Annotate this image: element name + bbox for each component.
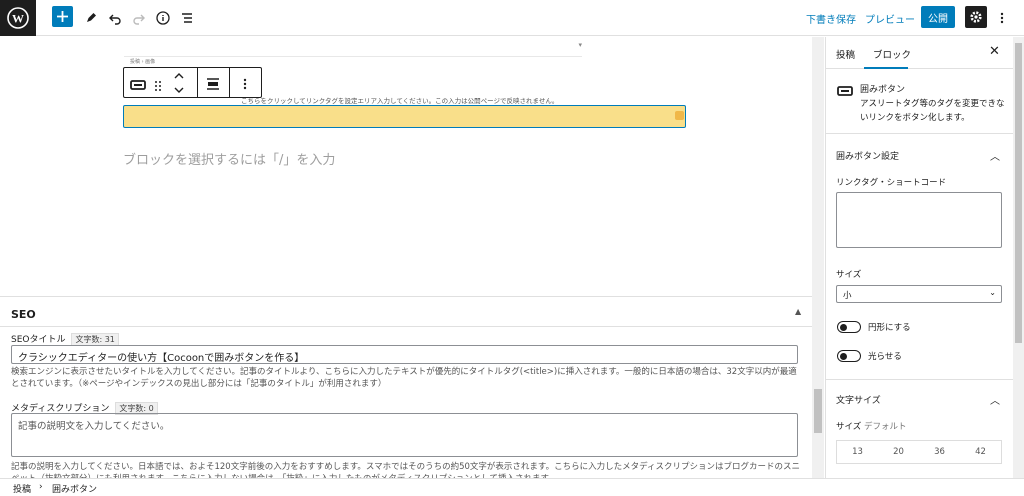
pen-icon[interactable] <box>82 0 100 36</box>
seo-heading: SEO <box>11 308 36 321</box>
save-draft-button[interactable]: 下書き保存 <box>806 11 856 26</box>
block-handle-icon[interactable] <box>675 111 684 120</box>
undo-icon[interactable] <box>106 0 124 36</box>
block-toolbar <box>123 67 262 98</box>
settings-sidebar: 投稿 ブロック ✕ 囲みボタン アスリートタグ等のタグを変更できないリンクをボタ… <box>825 37 1013 478</box>
list-view-icon[interactable] <box>178 0 196 36</box>
divider <box>826 379 1013 380</box>
preview-button[interactable]: プレビュー <box>865 11 915 26</box>
block-card: 囲みボタン アスリートタグ等のタグを変更できないリンクをボタン化します。 <box>826 70 1013 134</box>
font-size-presets: 13 20 36 42 <box>836 440 1002 464</box>
button-block-icon <box>837 82 853 101</box>
toggle-knob <box>840 324 847 331</box>
button-block-icon[interactable] <box>130 76 146 95</box>
sidebar-tabs: 投稿 ブロック ✕ <box>826 37 1013 69</box>
panel-wrap-button-settings[interactable]: 囲みボタン設定 <box>836 149 899 162</box>
breadcrumb-block[interactable]: 囲みボタン <box>52 482 97 495</box>
seo-title-help: 検索エンジンに表示させたいタイトルを入力してください。記事のタイトルより、こちら… <box>11 367 797 389</box>
redo-icon[interactable] <box>130 0 148 36</box>
font-preset[interactable]: 20 <box>893 447 904 457</box>
font-size-default: デフォルト <box>863 422 907 432</box>
font-size-label-text: サイズ <box>836 422 862 432</box>
gear-icon <box>970 11 982 23</box>
settings-button[interactable] <box>965 6 987 28</box>
toolbar-divider <box>229 68 230 97</box>
top-toolbar: W 下書き保存 プレビュー 公開 <box>0 0 1024 36</box>
seo-title-label-text: SEOタイトル <box>11 335 66 345</box>
tab-post[interactable]: 投稿 <box>836 47 855 61</box>
previous-block[interactable]: ▾ <box>124 37 582 57</box>
editor-scrollbar[interactable] <box>812 37 824 478</box>
circle-toggle-label: 円形にする <box>868 323 911 333</box>
size-select[interactable]: 小 ⌄ <box>836 285 1002 303</box>
block-notice: こちらをクリックしてリンクタグを設定エリア入力してください。この入力は公開ページ… <box>241 97 559 105</box>
meta-description-textarea[interactable]: 記事の説明文を入力してください。 <box>11 413 798 457</box>
footer-breadcrumb: 投稿 › 囲みボタン <box>0 478 1024 496</box>
more-vertical-icon[interactable] <box>996 0 1008 36</box>
font-preset[interactable]: 42 <box>975 447 986 457</box>
more-options-icon[interactable] <box>243 76 247 95</box>
block-card-description: アスリートタグ等のタグを変更できないリンクをボタン化します。 <box>860 99 1005 123</box>
breadcrumb-post[interactable]: 投稿 <box>13 482 31 495</box>
block-card-title: 囲みボタン <box>860 85 906 95</box>
divider <box>0 326 812 327</box>
circle-toggle[interactable] <box>837 321 861 333</box>
shine-toggle-label: 光らせる <box>868 352 902 362</box>
size-select-value: 小 <box>843 291 852 301</box>
active-tab-indicator <box>864 67 908 69</box>
seo-panel: SEO ▲ SEOタイトル 文字数: 31 クラシックエディターの使い方【Coco… <box>0 296 812 478</box>
font-preset[interactable]: 36 <box>934 447 945 457</box>
wrap-button-block[interactable] <box>123 105 686 128</box>
link-tag-textarea[interactable] <box>836 192 1002 248</box>
toolbar-divider <box>197 68 198 97</box>
collapse-up-icon[interactable]: ▲ <box>795 307 801 316</box>
sidebar-scrollbar[interactable] <box>1013 37 1024 478</box>
editor-canvas[interactable]: ▾ 投稿 › 画像 こちらをクリックしてリンクタグを設定エリア入力してください。… <box>0 37 812 295</box>
meta-description-help: 記事の説明を入力してください。日本語では、およそ120文字前後の入力をおすすめし… <box>11 462 800 478</box>
font-size-label: サイズ デフォルト <box>836 420 906 432</box>
size-label: サイズ <box>836 270 862 280</box>
block-placeholder[interactable]: ブロックを選択するには「/」を入力 <box>123 149 335 168</box>
chevron-down-icon: ⌄ <box>989 288 996 297</box>
move-up-down-icon[interactable] <box>173 72 185 98</box>
toggle-knob <box>840 353 847 360</box>
chevron-up-icon[interactable]: ︿ <box>990 392 1000 407</box>
mini-breadcrumb: 投稿 › 画像 <box>130 59 156 65</box>
svg-text:W: W <box>12 12 24 26</box>
link-tag-label: リンクタグ・ショートコード <box>836 178 947 188</box>
seo-title-label: SEOタイトル 文字数: 31 <box>11 332 119 346</box>
publish-button[interactable]: 公開 <box>921 6 955 28</box>
plus-icon <box>57 11 68 22</box>
wordpress-logo-icon[interactable]: W <box>0 0 36 36</box>
font-preset[interactable]: 13 <box>852 447 863 457</box>
info-icon[interactable] <box>154 0 172 36</box>
panel-font-size[interactable]: 文字サイズ <box>836 393 881 406</box>
breadcrumb-separator: › <box>39 482 43 492</box>
scrollbar-thumb[interactable] <box>814 389 822 433</box>
close-icon[interactable]: ✕ <box>989 44 1000 59</box>
align-icon[interactable] <box>206 76 220 95</box>
scrollbar-thumb[interactable] <box>1015 43 1022 343</box>
chevron-down-icon: ▾ <box>578 41 582 49</box>
add-block-button[interactable] <box>52 6 73 27</box>
shine-toggle[interactable] <box>837 350 861 362</box>
tab-block[interactable]: ブロック <box>873 47 911 61</box>
seo-title-input[interactable]: クラシックエディターの使い方【Cocoonで囲みボタンを作る】 <box>11 345 798 364</box>
chevron-up-icon[interactable]: ︿ <box>990 148 1000 163</box>
drag-handle-icon[interactable] <box>154 77 162 96</box>
